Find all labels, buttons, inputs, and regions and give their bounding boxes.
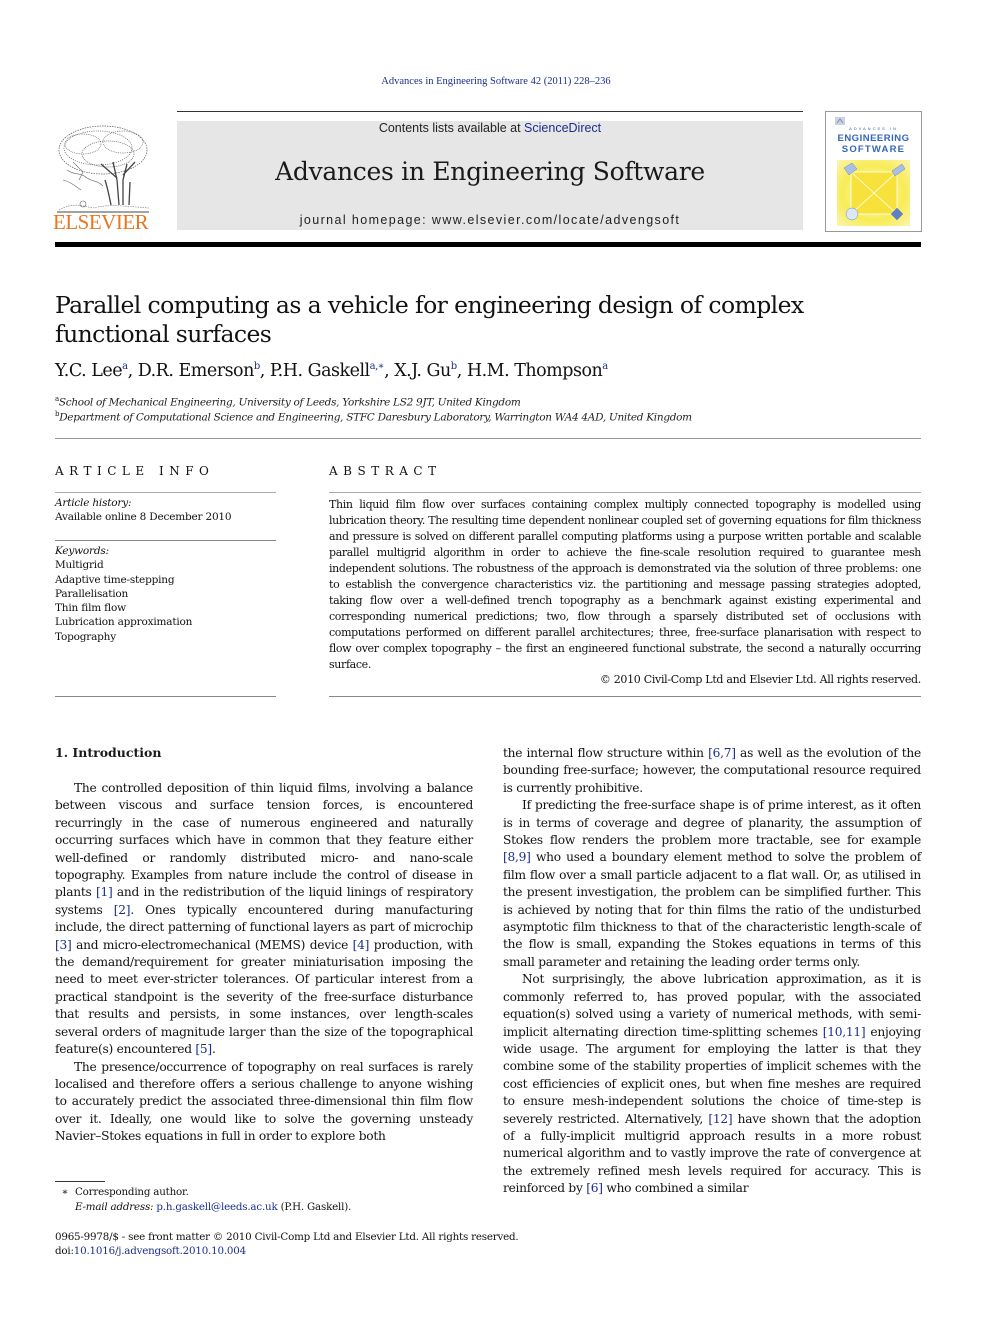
abstract-heading: ABSTRACT: [329, 464, 442, 478]
keywords-list: Keywords: Multigrid Adaptive time-steppi…: [55, 544, 192, 644]
contents-prefix: Contents lists available at: [378, 121, 525, 135]
citation-link[interactable]: [6]: [586, 1181, 603, 1195]
paragraph-text: who used a boundary element method to so…: [503, 850, 921, 969]
citation-link[interactable]: [6,7]: [708, 746, 736, 760]
keyword: Multigrid: [55, 559, 104, 572]
masthead-top-rule: [177, 111, 803, 112]
paragraph-text: the internal flow structure within: [503, 746, 709, 760]
body-column-right: the internal flow structure within [6,7]…: [503, 745, 921, 1198]
paragraph-text: and micro-electromechanical (MEMS) devic…: [71, 937, 353, 952]
author-name: X.J. Gu: [394, 361, 451, 381]
paragraph-text: production, with the demand/requirement …: [55, 937, 473, 1057]
paragraph-text: who combined a similar: [602, 1181, 749, 1196]
body-paragraph: the internal flow structure within [6,7]…: [503, 745, 921, 797]
journal-name: Advances in Engineering Software: [275, 157, 705, 186]
sciencedirect-link[interactable]: ScienceDirect: [524, 121, 601, 135]
journal-homepage-link[interactable]: journal homepage: www.elsevier.com/locat…: [177, 213, 803, 227]
contents-available-line: Contents lists available at ScienceDirec…: [177, 121, 803, 135]
paragraph-text: The controlled deposition of thin liquid…: [55, 781, 473, 900]
citation-link[interactable]: [8,9]: [503, 850, 531, 864]
front-matter-line: 0965-9978/$ - see front matter © 2010 Ci…: [55, 1231, 519, 1243]
divider: [55, 492, 276, 493]
cover-geometry-art-icon: [837, 160, 910, 226]
author-list: Y.C. Leea, D.R. Emersonb, P.H. Gaskella,…: [55, 361, 608, 381]
author-affiliation-mark[interactable]: a: [602, 361, 608, 372]
keyword: Parallelisation: [55, 587, 129, 600]
citation-link[interactable]: [10,11]: [823, 1025, 866, 1039]
keyword: Topography: [55, 630, 116, 643]
author-name: D.R. Emerson: [137, 361, 255, 381]
affiliation-a: aSchool of Mechanical Engineering, Unive…: [55, 395, 521, 409]
citation-link[interactable]: [2]: [114, 903, 131, 917]
article-history-value: Available online 8 December 2010: [55, 511, 232, 524]
affiliation-text: School of Mechanical Engineering, Univer…: [58, 396, 521, 409]
divider: [329, 492, 921, 493]
paragraph-text: The presence/occurrence of topography on…: [55, 1059, 473, 1144]
body-paragraph: The controlled deposition of thin liquid…: [55, 780, 473, 1059]
journal-cover-thumbnail[interactable]: ADVANCES IN ENGINEERING SOFTWARE: [825, 111, 922, 232]
body-column-left: The controlled deposition of thin liquid…: [55, 780, 473, 1146]
body-paragraph: Not surprisingly, the above lubrication …: [503, 971, 921, 1197]
author-affiliation-mark[interactable]: a: [122, 361, 128, 372]
affiliation-b: bDepartment of Computational Science and…: [55, 410, 692, 424]
article-history-label: Article history:: [55, 497, 132, 509]
elsevier-wordmark: ELSEVIER: [53, 210, 149, 234]
author-affiliation-mark[interactable]: b: [451, 361, 457, 372]
citation-link[interactable]: [1]: [96, 885, 113, 899]
footnote-email: E-mail address: p.h.gaskell@leeds.ac.uk …: [55, 1201, 351, 1213]
divider: [55, 540, 276, 541]
email-link[interactable]: p.h.gaskell@leeds.ac.uk: [156, 1201, 277, 1213]
body-paragraph: If predicting the free-surface shape is …: [503, 797, 921, 971]
author-name: P.H. Gaskell: [269, 361, 370, 381]
article-title: Parallel computing as a vehicle for engi…: [55, 291, 804, 348]
running-head[interactable]: Advances in Engineering Software 42 (201…: [0, 76, 992, 87]
section-heading: 1. Introduction: [55, 745, 162, 760]
author-affiliation-mark[interactable]: a,∗: [370, 361, 385, 372]
publisher-mini-logo-icon: [835, 117, 845, 125]
email-label: E-mail address:: [75, 1201, 154, 1213]
paragraph-text: If predicting the free-surface shape is …: [503, 798, 921, 848]
paragraph-text: enjoying wide usage. The argument for em…: [503, 1024, 921, 1126]
cover-title-line1: ENGINEERING: [837, 133, 910, 144]
abstract-copyright: © 2010 Civil-Comp Ltd and Elsevier Ltd. …: [599, 673, 921, 686]
keyword: Thin film flow: [55, 602, 126, 615]
divider: [55, 696, 276, 697]
author-name: Y.C. Lee: [55, 361, 123, 381]
masthead-bottom-rule: [55, 242, 921, 247]
article-info-heading: ARTICLE INFO: [55, 464, 215, 478]
author-affiliation-mark[interactable]: b: [254, 361, 260, 372]
keyword: Adaptive time-stepping: [55, 573, 175, 586]
footnote-text: Corresponding author.: [75, 1186, 189, 1198]
citation-link[interactable]: [5]: [195, 1042, 212, 1056]
cover-subtitle: ADVANCES IN: [849, 126, 898, 131]
doi-line: doi:10.1016/j.advengsoft.2010.10.004: [55, 1245, 246, 1257]
doi-prefix: doi:: [55, 1245, 74, 1257]
divider: [329, 696, 921, 697]
cover-title-line2: SOFTWARE: [841, 144, 906, 155]
citation-link[interactable]: [4]: [353, 938, 370, 952]
footnote-corresponding-author: ∗ Corresponding author.: [55, 1186, 189, 1198]
footnote-rule: [55, 1181, 105, 1182]
author-name: H.M. Thompson: [466, 361, 603, 381]
article-history: Article history: Available online 8 Dece…: [55, 496, 232, 525]
email-suffix: (P.H. Gaskell).: [277, 1201, 352, 1213]
footnote-mark: ∗: [61, 1186, 69, 1198]
citation-link[interactable]: [12]: [708, 1112, 732, 1126]
keyword: Lubrication approximation: [55, 616, 193, 629]
doi-link[interactable]: 10.1016/j.advengsoft.2010.10.004: [74, 1245, 246, 1257]
paragraph-text: .: [211, 1042, 216, 1057]
body-paragraph: The presence/occurrence of topography on…: [55, 1059, 473, 1146]
affiliation-text: Department of Computational Science and …: [59, 411, 692, 424]
abstract-text: Thin liquid film flow over surfaces cont…: [329, 498, 921, 671]
citation-link[interactable]: [3]: [55, 938, 72, 952]
title-divider: [55, 438, 921, 439]
keywords-label: Keywords:: [55, 545, 109, 557]
